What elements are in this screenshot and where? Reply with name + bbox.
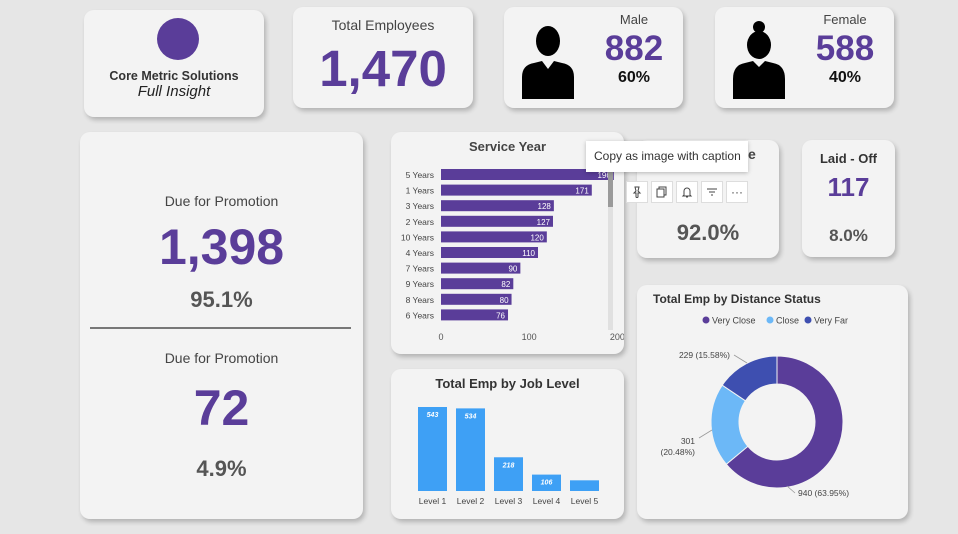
job-level-category-label: Level 1	[419, 496, 447, 506]
pin-icon[interactable]	[626, 181, 648, 203]
total-employees-label: Total Employees	[331, 17, 435, 33]
promotion-due-value: 1,398	[158, 219, 285, 275]
job-level-bar-value: 106	[541, 480, 553, 487]
promotion-card[interactable]: Due for Promotion 1,398 95.1% Due for Pr…	[80, 132, 363, 519]
distance-legend-label[interactable]: Close	[776, 316, 799, 326]
distance-legend-marker[interactable]	[766, 316, 774, 324]
company-name: Core Metric Solutions	[109, 69, 239, 83]
laid-off-percent: 8.0%	[829, 226, 868, 245]
job-level-bar[interactable]	[570, 480, 599, 491]
distance-leader-line	[733, 354, 748, 364]
service-year-bar-value: 128	[538, 202, 552, 211]
job-level-category-label: Level 2	[457, 496, 485, 506]
service-year-category-label: 7 Years	[406, 264, 434, 274]
female-label: Female	[823, 12, 867, 27]
female-card[interactable]: Female 588 40%	[715, 7, 894, 108]
job-level-chart: 543 Level 1 534 Level 2 218 Level 3 106 Level 4…	[418, 407, 599, 506]
service-year-bar-value: 127	[537, 218, 551, 227]
service-year-category-label: 1 Years	[406, 186, 434, 196]
service-year-category-label: 8 Years	[406, 295, 434, 305]
female-person-icon	[733, 21, 785, 99]
promotion-divider	[90, 327, 351, 329]
more-icon[interactable]: ···	[726, 181, 748, 203]
distance-slice-label: 229 (15.58%)	[679, 350, 730, 360]
job-level-bar-value: 543	[427, 412, 439, 419]
job-level-bar-value: 534	[465, 413, 477, 420]
job-level-bar-value: 218	[502, 462, 515, 469]
service-year-bar-value: 82	[501, 280, 510, 289]
male-card[interactable]: Male 882 60%	[504, 7, 683, 108]
service-year-category-label: 6 Years	[406, 310, 434, 320]
distance-legend-label[interactable]: Very Close	[712, 316, 756, 326]
service-year-bar-value: 120	[530, 233, 544, 242]
total-employees-value: 1,470	[319, 40, 447, 97]
service-year-bar-value: 80	[500, 296, 509, 305]
retained-percent: 92.0%	[676, 220, 740, 245]
distance-status-chart-card[interactable]: Very Close Close Very Far 940 (63.95%) 301 (2…	[637, 285, 908, 519]
promotion-due-label: Due for Promotion	[164, 193, 279, 209]
distance-leader-line	[786, 485, 796, 494]
distance-legend-marker[interactable]	[804, 316, 812, 324]
female-value: 588	[815, 29, 875, 68]
distance-legend-marker[interactable]	[702, 316, 710, 324]
visual-header-toolbar: ···	[626, 181, 748, 203]
company-logo-icon	[157, 18, 199, 60]
job-level-title: Total Emp by Job Level	[435, 376, 580, 391]
male-value: 882	[604, 29, 664, 68]
total-employees-card[interactable]: Total Employees 1,470	[293, 7, 473, 108]
job-level-category-label: Level 5	[571, 496, 599, 506]
service-year-bar-value: 110	[522, 249, 535, 258]
service-year-category-label: 5 Years	[406, 170, 434, 180]
laid-off-card[interactable]: Laid - Off 117 8.0%	[802, 140, 895, 257]
distance-slice-label: 940 (63.95%)	[798, 488, 849, 498]
job-level-chart-card[interactable]: 543 Level 1 534 Level 2 218 Level 3 106 Level 4…	[391, 369, 624, 519]
distance-status-title: Total Emp by Distance Status	[653, 292, 821, 306]
promotion-notdue-label: Due for Promotion	[164, 350, 279, 366]
male-person-icon	[522, 26, 574, 99]
service-year-bar-value: 76	[496, 311, 505, 320]
company-logo-card: Core Metric Solutions Full Insight	[84, 10, 264, 117]
laid-off-label: Laid - Off	[819, 151, 878, 166]
service-year-x-tick: 200	[610, 332, 624, 342]
job-level-category-label: Level 3	[495, 496, 523, 506]
filter-icon[interactable]	[701, 181, 723, 203]
service-year-bar[interactable]	[441, 184, 592, 196]
service-year-category-label: 10 Years	[401, 232, 434, 242]
promotion-notdue-percent: 4.9%	[196, 456, 247, 481]
job-level-category-label: Level 4	[533, 496, 561, 506]
company-tagline: Full Insight	[137, 83, 211, 100]
distance-slice-label: 301	[681, 436, 695, 446]
distance-leader-line	[698, 429, 713, 439]
job-level-bar[interactable]	[456, 408, 485, 491]
distance-legend-label[interactable]: Very Far	[814, 316, 848, 326]
distance-status-chart: Very Close Close Very Far 940 (63.95%) 301(2…	[661, 316, 850, 499]
service-year-category-label: 2 Years	[406, 217, 434, 227]
male-percent: 60%	[617, 69, 651, 86]
service-year-x-tick: 0	[438, 332, 443, 342]
service-year-category-label: 4 Years	[406, 248, 434, 258]
copy-caption-tooltip: Copy as image with caption	[586, 141, 748, 172]
laid-off-value: 117	[827, 172, 870, 202]
service-year-bar-value: 90	[508, 265, 517, 274]
promotion-notdue-value: 72	[193, 380, 250, 436]
distance-slice-label: (20.48%)	[661, 447, 696, 457]
bell-icon[interactable]	[676, 181, 698, 203]
service-year-category-label: 3 Years	[406, 201, 434, 211]
female-percent: 40%	[828, 69, 862, 86]
service-year-bar-value: 171	[575, 187, 589, 196]
retained-title-fragment: e	[748, 146, 756, 162]
service-year-x-tick: 100	[522, 332, 537, 342]
job-level-bar[interactable]	[418, 407, 447, 491]
copy-icon[interactable]	[651, 181, 673, 203]
male-label: Male	[619, 12, 649, 27]
service-year-category-label: 9 Years	[406, 279, 434, 289]
promotion-due-percent: 95.1%	[190, 287, 253, 312]
